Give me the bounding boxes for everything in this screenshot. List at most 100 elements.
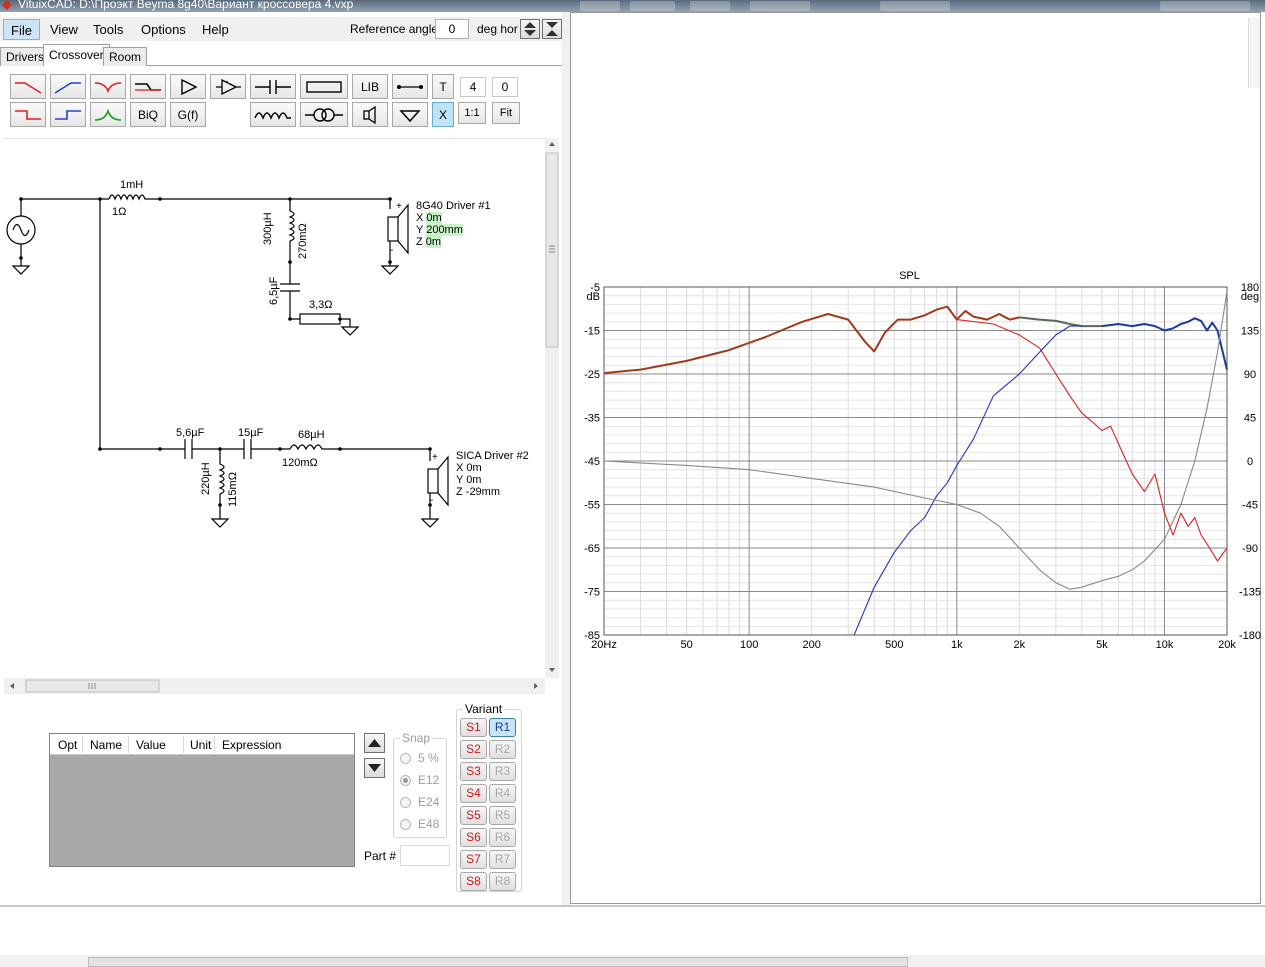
variant-r7-button[interactable]: R7 bbox=[489, 850, 516, 869]
x-toggle-button[interactable]: X bbox=[432, 102, 454, 127]
value-box-1[interactable]: 4 bbox=[460, 77, 486, 97]
column-expression[interactable]: Expression bbox=[222, 738, 281, 752]
parts-table[interactable]: Opt Name Value Unit Expression bbox=[49, 733, 355, 867]
move-down-button[interactable] bbox=[364, 758, 385, 778]
variant-s6-button[interactable]: S6 bbox=[460, 828, 487, 847]
inductor-button[interactable] bbox=[250, 102, 296, 127]
variant-r4-button[interactable]: R4 bbox=[489, 784, 516, 803]
library-button[interactable]: LIB bbox=[352, 74, 388, 99]
driver1-z-label: Z bbox=[416, 236, 423, 248]
menu-tools[interactable]: Tools bbox=[86, 19, 130, 40]
l1-resistance[interactable]: 1Ω bbox=[112, 206, 126, 218]
shelf-button[interactable] bbox=[130, 74, 166, 99]
value-box-2[interactable]: 0 bbox=[492, 77, 518, 97]
l4-resistance[interactable]: 115mΩ bbox=[227, 472, 239, 507]
resistor-button[interactable] bbox=[300, 74, 348, 99]
c1-value[interactable]: 6,5µF bbox=[268, 277, 280, 305]
column-separator bbox=[128, 736, 129, 753]
highpass-2nd-button[interactable] bbox=[50, 102, 86, 127]
bottom-scrollbar-thumb[interactable] bbox=[88, 957, 908, 967]
variant-r5-button[interactable]: R5 bbox=[489, 806, 516, 825]
variant-s5-button[interactable]: S5 bbox=[460, 806, 487, 825]
updown-button[interactable] bbox=[520, 19, 540, 39]
radio-icon bbox=[400, 753, 411, 764]
driver-button[interactable] bbox=[352, 102, 388, 127]
variant-s1-button[interactable]: S1 bbox=[460, 718, 487, 737]
tab-room[interactable]: Room bbox=[103, 47, 148, 66]
variant-r6-button[interactable]: R6 bbox=[489, 828, 516, 847]
part-number-input[interactable] bbox=[400, 845, 450, 866]
variant-s7-button[interactable]: S7 bbox=[460, 850, 487, 869]
snap-option-e48[interactable]: E48 bbox=[400, 817, 439, 831]
t-button[interactable]: T bbox=[432, 74, 454, 99]
menu-file[interactable]: File bbox=[3, 19, 40, 40]
highpass-1st-button[interactable] bbox=[50, 74, 86, 99]
driver1-name[interactable]: 8G40 Driver #1 bbox=[416, 200, 491, 212]
variant-r8-button[interactable]: R8 bbox=[489, 872, 516, 891]
r1-value[interactable]: 3,3Ω bbox=[309, 299, 333, 311]
schematic-vertical-scrollbar[interactable] bbox=[545, 138, 559, 678]
transformer-button[interactable] bbox=[300, 102, 348, 127]
variant-r3-button[interactable]: R3 bbox=[489, 762, 516, 781]
l2-resistance[interactable]: 270mΩ bbox=[297, 223, 309, 259]
snap-option-e24[interactable]: E24 bbox=[400, 795, 439, 809]
lowpass-1st-button[interactable] bbox=[10, 74, 46, 99]
l4-value[interactable]: 220µH bbox=[200, 462, 212, 495]
driver2-y[interactable]: Y 0m bbox=[456, 474, 481, 486]
l1-value[interactable]: 1mH bbox=[120, 179, 143, 191]
c3-value[interactable]: 15µF bbox=[238, 427, 263, 439]
menu-help[interactable]: Help bbox=[195, 19, 236, 40]
peak-button[interactable] bbox=[90, 102, 126, 127]
zoom-1to1-button[interactable]: 1:1 bbox=[458, 102, 486, 124]
series-line-6[interactable] bbox=[603, 291, 1228, 590]
series-line-5[interactable] bbox=[853, 325, 1082, 636]
c2-value[interactable]: 5,6µF bbox=[176, 427, 204, 439]
driver2-name[interactable]: SICA Driver #2 bbox=[456, 450, 529, 462]
wire-button[interactable] bbox=[392, 74, 428, 99]
driver1-y-value[interactable]: 200mm bbox=[426, 224, 463, 236]
driver1-x-value[interactable]: 0m bbox=[426, 212, 442, 224]
right-panel-scrollbar[interactable] bbox=[1248, 18, 1260, 88]
column-unit[interactable]: Unit bbox=[190, 738, 211, 752]
variant-s3-button[interactable]: S3 bbox=[460, 762, 487, 781]
amplifier-button[interactable] bbox=[210, 74, 246, 99]
lowpass-2nd-button[interactable] bbox=[10, 102, 46, 127]
fit-button[interactable]: Fit bbox=[492, 102, 520, 124]
variant-s8-button[interactable]: S8 bbox=[460, 872, 487, 891]
buffer-button[interactable] bbox=[170, 74, 206, 99]
variant-s2-button[interactable]: S2 bbox=[460, 740, 487, 759]
column-opt[interactable]: Opt bbox=[58, 738, 77, 752]
schematic-canvas[interactable]: 1mH 1Ω 300µH 270mΩ 6,5µF 3,3Ω + - 8G40 D… bbox=[4, 138, 545, 678]
menu-view[interactable]: View bbox=[43, 19, 85, 40]
notch-button[interactable] bbox=[90, 74, 126, 99]
snap-option-e12[interactable]: E12 bbox=[400, 773, 439, 787]
highpass-blue-icon bbox=[54, 81, 81, 94]
tab-crossover[interactable]: Crossover bbox=[43, 44, 110, 67]
spl-chart[interactable]: SPL-5-15-25-35-45-55-65-75-85dB180135904… bbox=[571, 13, 1262, 905]
amplifier-icon bbox=[216, 78, 241, 95]
splitter[interactable] bbox=[562, 12, 570, 905]
driver1-z-value[interactable]: 0m bbox=[425, 236, 442, 248]
l2-value[interactable]: 300µH bbox=[262, 212, 274, 245]
column-name[interactable]: Name bbox=[90, 738, 122, 752]
variant-r2-button[interactable]: R2 bbox=[489, 740, 516, 759]
window-controls[interactable] bbox=[1160, 1, 1250, 11]
l3-value[interactable]: 68µH bbox=[298, 429, 325, 441]
move-up-button[interactable] bbox=[364, 733, 385, 753]
variant-s4-button[interactable]: S4 bbox=[460, 784, 487, 803]
variant-r1-button[interactable]: R1 bbox=[489, 718, 516, 737]
gf-button[interactable]: G(f) bbox=[170, 102, 206, 127]
snap-option-5pct[interactable]: 5 % bbox=[400, 751, 439, 765]
scrollbar-graphics bbox=[545, 142, 559, 672]
capacitor-button[interactable] bbox=[250, 74, 296, 99]
l3-resistance[interactable]: 120mΩ bbox=[282, 457, 318, 469]
driver2-x[interactable]: X 0m bbox=[456, 462, 482, 474]
column-value[interactable]: Value bbox=[136, 738, 166, 752]
schematic-horizontal-scrollbar[interactable] bbox=[4, 678, 545, 694]
biquad-button[interactable]: BiQ bbox=[130, 102, 166, 127]
reference-angle-input[interactable]: 0 bbox=[435, 19, 469, 39]
menu-options[interactable]: Options bbox=[134, 19, 193, 40]
direction-button[interactable] bbox=[542, 19, 562, 39]
ground-button[interactable] bbox=[392, 102, 428, 127]
driver2-z[interactable]: Z -29mm bbox=[456, 486, 500, 498]
